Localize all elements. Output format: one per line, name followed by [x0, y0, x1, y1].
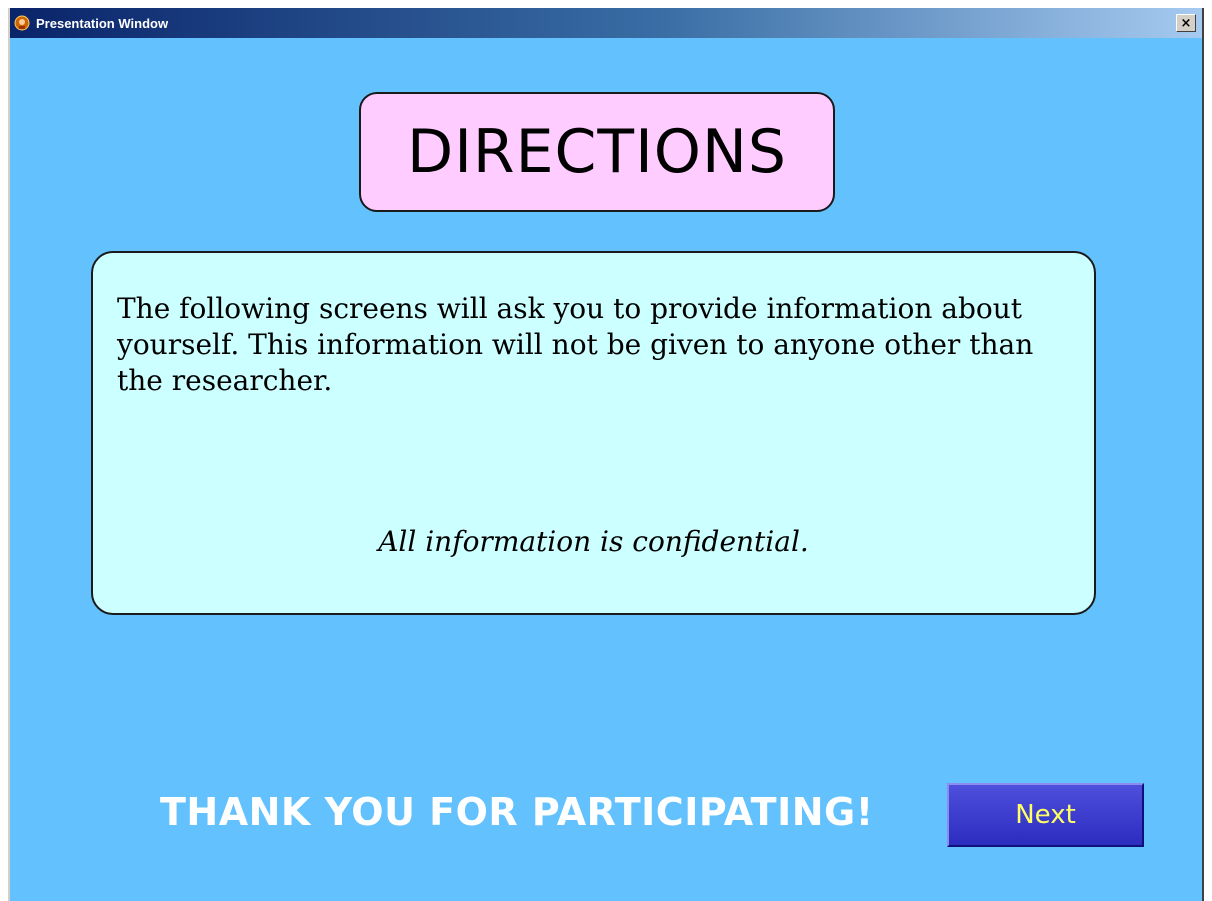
title-bar[interactable]: Presentation Window × — [10, 8, 1202, 38]
app-icon — [14, 15, 30, 31]
next-button-label: Next — [1015, 800, 1076, 830]
directions-heading-box: DIRECTIONS — [359, 92, 835, 212]
close-button[interactable]: × — [1176, 14, 1196, 32]
confidentiality-note: All information is confidential. — [378, 525, 809, 558]
presentation-window: Presentation Window × DIRECTIONS The fol… — [8, 8, 1204, 901]
page-title: DIRECTIONS — [407, 117, 787, 187]
information-panel: The following screens will ask you to pr… — [91, 251, 1096, 615]
instructions-text: The following screens will ask you to pr… — [117, 292, 1034, 397]
close-icon: × — [1180, 15, 1192, 31]
thank-you-message: THANK YOU FOR PARTICIPATING! — [160, 790, 874, 834]
next-button[interactable]: Next — [947, 783, 1144, 847]
window-title: Presentation Window — [36, 15, 169, 31]
